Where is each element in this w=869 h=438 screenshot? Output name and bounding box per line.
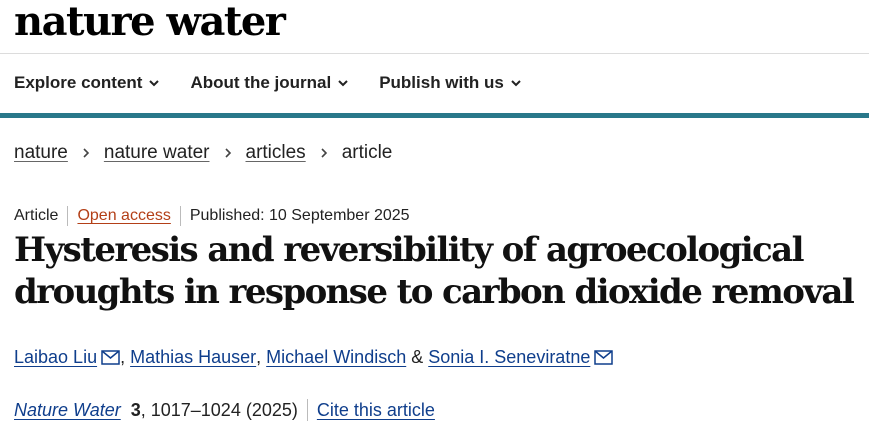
chevron-down-icon: [511, 80, 521, 87]
chevron-down-icon: [338, 80, 348, 87]
accent-bar: [0, 113, 869, 118]
pages-year: , 1017–1024 (2025): [140, 400, 298, 420]
author-separator: ,: [120, 347, 131, 367]
meta-divider: [179, 206, 181, 226]
chevron-right-icon: [321, 148, 327, 158]
author-link[interactable]: Michael Windisch: [266, 345, 406, 369]
nav-item-label: About the journal: [190, 73, 332, 92]
main-nav: Explore content About the journal Publis…: [14, 72, 522, 94]
volume-number: 3: [130, 400, 141, 420]
nav-explore-content[interactable]: Explore content: [14, 72, 160, 94]
header-divider: [0, 53, 869, 54]
chevron-down-icon: [149, 80, 160, 87]
nav-about-journal[interactable]: About the journal: [190, 72, 349, 94]
open-access-link[interactable]: Open access: [77, 206, 170, 226]
nav-item-label: Explore content: [14, 73, 143, 92]
nav-publish-with-us[interactable]: Publish with us: [379, 72, 522, 94]
citation-divider: [306, 399, 308, 421]
breadcrumb-nature-water[interactable]: nature water: [104, 141, 210, 165]
article-meta: Article Open access Published: 10 Septem…: [14, 206, 410, 226]
nav-item-label: Publish with us: [379, 73, 504, 92]
author-link[interactable]: Mathias Hauser: [130, 345, 256, 369]
journal-link[interactable]: Nature Water: [14, 398, 121, 422]
citation-line: Nature Water 3 , 1017–1024 (2025) Cite t…: [14, 398, 435, 422]
author-list: Laibao Liu , Mathias Hauser , Michael Wi…: [14, 345, 614, 369]
email-icon[interactable]: [101, 349, 120, 365]
meta-divider: [67, 206, 69, 226]
author-link[interactable]: Laibao Liu: [14, 345, 97, 369]
published-date: Published: 10 September 2025: [189, 207, 410, 224]
article-title: Hysteresis and reversibility of agroecol…: [14, 230, 855, 312]
chevron-right-icon: [224, 148, 231, 158]
article-type: Article: [14, 207, 59, 224]
author-separator: ,: [256, 347, 267, 367]
site-logo[interactable]: nature water: [14, 0, 286, 44]
chevron-right-icon: [83, 148, 90, 158]
breadcrumb-current: article: [341, 142, 393, 163]
breadcrumb-nature[interactable]: nature: [14, 141, 68, 165]
breadcrumb-articles[interactable]: articles: [246, 141, 306, 165]
author-separator: &: [406, 347, 429, 367]
cite-this-article-link[interactable]: Cite this article: [317, 398, 435, 422]
author-link[interactable]: Sonia I. Seneviratne: [428, 345, 590, 369]
breadcrumb: nature nature water articles article: [14, 141, 392, 165]
email-icon[interactable]: [594, 349, 614, 365]
